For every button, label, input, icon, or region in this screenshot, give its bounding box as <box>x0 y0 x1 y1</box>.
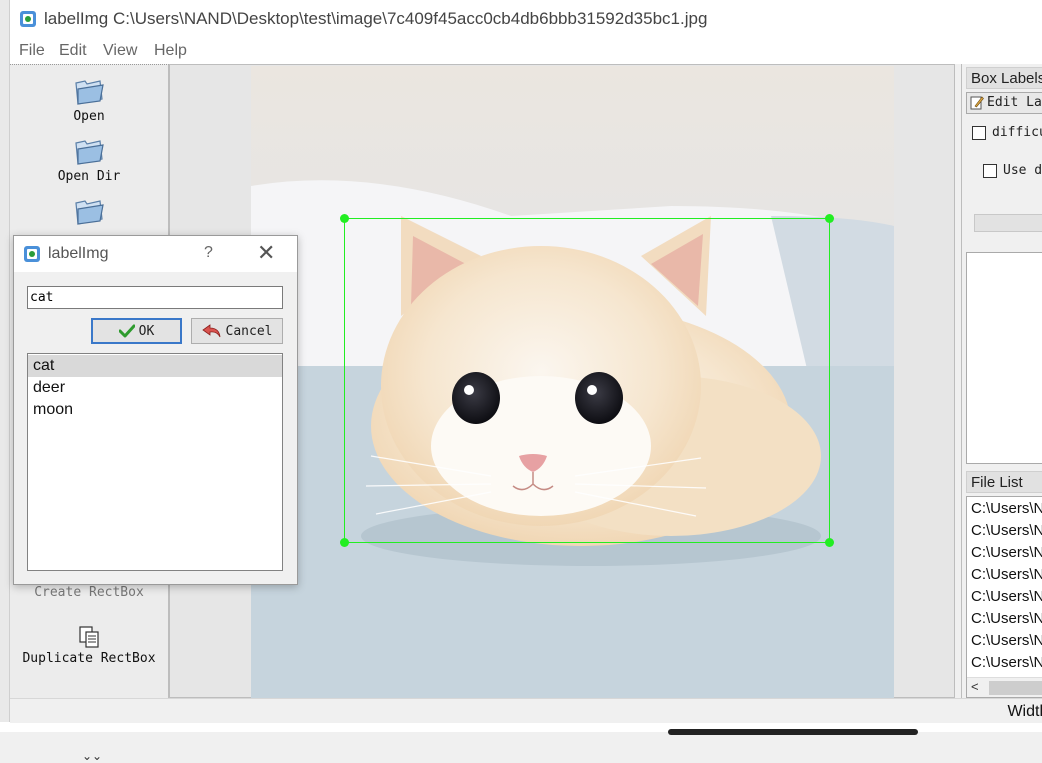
label-list-item-cat[interactable]: cat <box>28 355 282 377</box>
cancel-button[interactable]: Cancel <box>191 318 283 344</box>
cancel-label: Cancel <box>225 323 273 339</box>
dialog-title: labelImg <box>48 245 109 262</box>
close-icon[interactable]: ✕ <box>257 240 275 266</box>
ok-label: OK <box>138 323 155 339</box>
file-list-item[interactable]: C:\Users\N <box>971 522 1042 539</box>
file-list-item[interactable]: C:\Users\N <box>971 632 1042 649</box>
file-list-title: File List <box>966 471 1042 493</box>
menu-view[interactable]: View <box>103 42 137 60</box>
title-bar: labelImg C:\Users\NAND\Desktop\test\imag… <box>10 0 1042 38</box>
dialog-title-bar: labelImg ? ✕ <box>14 236 297 272</box>
edit-label-button[interactable]: Edit La <box>966 92 1042 114</box>
open-dir-label: Open Dir <box>57 169 121 184</box>
change-save-dir-button[interactable] <box>10 197 168 227</box>
desktop-background <box>0 0 9 732</box>
file-list-item[interactable]: C:\Users\N <box>971 566 1042 583</box>
checkmark-icon <box>118 324 135 338</box>
labelimg-app-icon <box>20 11 36 27</box>
open-dir-button[interactable]: Open Dir <box>10 137 168 184</box>
label-dialog: labelImg ? ✕ OK Cancel cat deer moon <box>13 235 298 585</box>
ok-button[interactable]: OK <box>91 318 182 344</box>
label-history-list[interactable]: cat deer moon <box>27 353 283 571</box>
menu-bar: File Edit View Help <box>10 38 1042 64</box>
file-list-item[interactable]: C:\Users\N <box>971 500 1042 517</box>
right-dock: Box Labels Edit La difficul Use de File … <box>961 64 1042 698</box>
help-icon[interactable]: ? <box>204 244 213 262</box>
create-rectbox-label: Create RectBox <box>34 585 144 600</box>
create-rectbox-button[interactable]: Create RectBox <box>10 583 168 600</box>
box-labels-list[interactable] <box>966 252 1042 464</box>
bbox-handle-bottom-left[interactable] <box>340 538 349 547</box>
duplicate-rectbox-label: Duplicate RectBox <box>22 651 156 666</box>
label-input[interactable] <box>27 286 283 309</box>
bbox-handle-top-right[interactable] <box>825 214 834 223</box>
use-default-label-text: Use de <box>1003 163 1042 178</box>
difficult-label: difficul <box>992 125 1042 140</box>
window-title: labelImg C:\Users\NAND\Desktop\test\imag… <box>44 9 708 28</box>
status-bar: Widtl <box>10 698 1042 723</box>
label-list-item-deer[interactable]: deer <box>28 377 282 399</box>
file-list-item[interactable]: C:\Users\N <box>971 588 1042 605</box>
bbox-handle-top-left[interactable] <box>340 214 349 223</box>
labelimg-app-icon <box>24 246 40 262</box>
menu-help[interactable]: Help <box>154 42 187 60</box>
file-list-item[interactable]: C:\Users\N <box>971 544 1042 561</box>
status-text: Widtl <box>1007 703 1042 720</box>
scrollbar-thumb[interactable] <box>989 681 1042 695</box>
label-list-item-moon[interactable]: moon <box>28 399 282 421</box>
folder-icon <box>75 200 104 225</box>
bounding-box-cat[interactable] <box>340 214 834 547</box>
difficult-checkbox[interactable] <box>972 126 986 140</box>
file-list[interactable]: C:\Users\N C:\Users\N C:\Users\N C:\User… <box>966 496 1042 698</box>
scroll-left-arrow-icon[interactable]: < <box>971 679 979 694</box>
use-default-label-checkbox[interactable] <box>983 164 997 178</box>
menu-file[interactable]: File <box>19 42 45 60</box>
bbox-handle-bottom-right[interactable] <box>825 538 834 547</box>
default-label-combo[interactable] <box>974 214 1042 232</box>
file-list-item[interactable]: C:\Users\N <box>971 610 1042 627</box>
folder-icon <box>75 140 104 165</box>
chevron-double-down-icon[interactable]: ⌄⌄ <box>82 749 102 763</box>
undo-arrow-icon <box>201 324 220 338</box>
duplicate-rectbox-button[interactable]: Duplicate RectBox <box>10 625 168 666</box>
file-list-item[interactable]: C:\Users\N <box>971 654 1042 671</box>
menu-edit[interactable]: Edit <box>59 42 87 60</box>
file-list-horizontal-scrollbar[interactable]: < <box>967 677 1042 697</box>
desktop-scroll-indicator <box>668 729 918 735</box>
open-button[interactable]: Open <box>10 77 168 124</box>
box-labels-title: Box Labels <box>966 67 1042 89</box>
duplicate-icon <box>79 626 99 648</box>
folder-icon <box>75 80 104 105</box>
open-label: Open <box>73 109 105 124</box>
edit-icon <box>970 96 984 110</box>
edit-label-text: Edit La <box>987 95 1042 110</box>
